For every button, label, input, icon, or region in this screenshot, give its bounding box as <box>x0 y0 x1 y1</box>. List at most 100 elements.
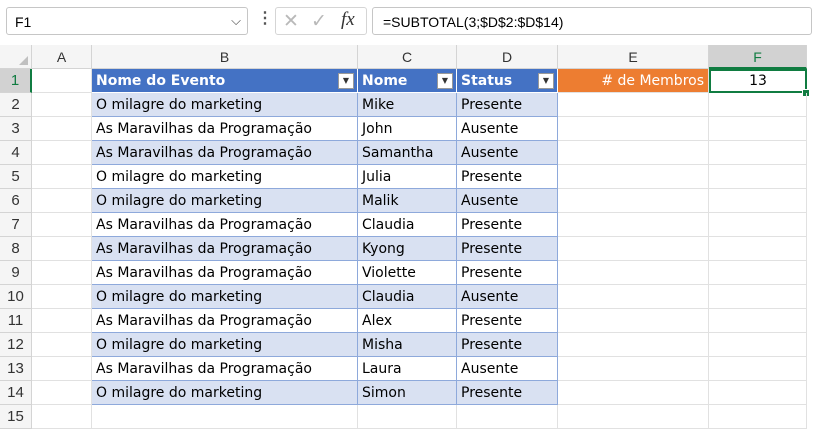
row-header-5[interactable]: 5 <box>0 165 32 189</box>
cell-a11[interactable] <box>32 309 92 333</box>
cell-f3[interactable] <box>709 117 807 141</box>
cell-e6[interactable] <box>558 189 709 213</box>
cell-a1[interactable] <box>32 69 92 93</box>
row-header-9[interactable]: 9 <box>0 261 32 285</box>
cell-d15[interactable] <box>457 405 558 429</box>
table-header-name[interactable]: Nome ▼ <box>358 69 457 93</box>
table-cell-status[interactable]: Presente <box>457 213 558 237</box>
cell-a10[interactable] <box>32 285 92 309</box>
table-cell-status[interactable]: Presente <box>457 165 558 189</box>
table-cell-name[interactable]: Alex <box>358 309 457 333</box>
cell-e8[interactable] <box>558 237 709 261</box>
filter-dropdown-icon[interactable]: ▼ <box>338 73 354 89</box>
cell-e14[interactable] <box>558 381 709 405</box>
cell-c15[interactable] <box>358 405 457 429</box>
row-header-11[interactable]: 11 <box>0 309 32 333</box>
cell-b15[interactable] <box>92 405 358 429</box>
name-box[interactable]: F1 ⌵ <box>6 7 248 35</box>
chevron-down-icon[interactable]: ⌵ <box>231 13 241 29</box>
table-cell-event[interactable]: O milagre do marketing <box>92 333 358 357</box>
table-cell-event[interactable]: As Maravilhas da Programação <box>92 213 358 237</box>
table-cell-event[interactable]: As Maravilhas da Programação <box>92 261 358 285</box>
table-header-status[interactable]: Status ▼ <box>457 69 558 93</box>
table-header-event[interactable]: Nome do Evento ▼ <box>92 69 358 93</box>
row-header-12[interactable]: 12 <box>0 333 32 357</box>
cell-a15[interactable] <box>32 405 92 429</box>
cell-a12[interactable] <box>32 333 92 357</box>
filter-dropdown-icon[interactable]: ▼ <box>437 73 453 89</box>
cell-e13[interactable] <box>558 357 709 381</box>
table-cell-event[interactable]: As Maravilhas da Programação <box>92 141 358 165</box>
row-header-7[interactable]: 7 <box>0 213 32 237</box>
table-cell-status[interactable]: Presente <box>457 237 558 261</box>
row-header-8[interactable]: 8 <box>0 237 32 261</box>
row-header-13[interactable]: 13 <box>0 357 32 381</box>
function-icon[interactable]: fx <box>341 9 355 31</box>
cell-f14[interactable] <box>709 381 807 405</box>
cell-a5[interactable] <box>32 165 92 189</box>
more-vertical-icon[interactable]: ⋮ <box>257 11 273 27</box>
cell-a3[interactable] <box>32 117 92 141</box>
table-cell-status[interactable]: Ausente <box>457 357 558 381</box>
cancel-icon[interactable]: ✕ <box>283 10 299 33</box>
row-header-15[interactable]: 15 <box>0 405 32 429</box>
table-cell-name[interactable]: Kyong <box>358 237 457 261</box>
table-cell-event[interactable]: As Maravilhas da Programação <box>92 309 358 333</box>
cell-a7[interactable] <box>32 213 92 237</box>
cell-f4[interactable] <box>709 141 807 165</box>
formula-input[interactable]: =SUBTOTAL(3;$D$2:$D$14) <box>372 7 812 35</box>
table-cell-name[interactable]: Mike <box>358 93 457 117</box>
cell-e10[interactable] <box>558 285 709 309</box>
cell-a13[interactable] <box>32 357 92 381</box>
column-header-e[interactable]: E <box>558 45 709 69</box>
table-cell-event[interactable]: O milagre do marketing <box>92 93 358 117</box>
cell-f12[interactable] <box>709 333 807 357</box>
table-cell-name[interactable]: Violette <box>358 261 457 285</box>
cell-e11[interactable] <box>558 309 709 333</box>
row-header-10[interactable]: 10 <box>0 285 32 309</box>
cell-a9[interactable] <box>32 261 92 285</box>
cell-f2[interactable] <box>709 93 807 117</box>
cell-e2[interactable] <box>558 93 709 117</box>
cell-f9[interactable] <box>709 261 807 285</box>
table-cell-status[interactable]: Presente <box>457 261 558 285</box>
cell-e15[interactable] <box>558 405 709 429</box>
row-header-6[interactable]: 6 <box>0 189 32 213</box>
cell-a6[interactable] <box>32 189 92 213</box>
row-header-3[interactable]: 3 <box>0 117 32 141</box>
table-cell-event[interactable]: O milagre do marketing <box>92 165 358 189</box>
column-header-b[interactable]: B <box>92 45 358 69</box>
table-cell-event[interactable]: O milagre do marketing <box>92 285 358 309</box>
table-cell-name[interactable]: Samantha <box>358 141 457 165</box>
table-cell-event[interactable]: As Maravilhas da Programação <box>92 117 358 141</box>
cell-f11[interactable] <box>709 309 807 333</box>
table-cell-status[interactable]: Presente <box>457 333 558 357</box>
cell-f7[interactable] <box>709 213 807 237</box>
table-cell-event[interactable]: O milagre do marketing <box>92 381 358 405</box>
cell-f15[interactable] <box>709 405 807 429</box>
cell-f5[interactable] <box>709 165 807 189</box>
table-cell-status[interactable]: Ausente <box>457 285 558 309</box>
cell-e5[interactable] <box>558 165 709 189</box>
table-cell-event[interactable]: As Maravilhas da Programação <box>92 237 358 261</box>
table-cell-status[interactable]: Presente <box>457 309 558 333</box>
cell-e9[interactable] <box>558 261 709 285</box>
members-label-cell[interactable]: # de Membros <box>558 69 709 93</box>
filter-dropdown-icon[interactable]: ▼ <box>538 73 554 89</box>
cell-a2[interactable] <box>32 93 92 117</box>
table-cell-name[interactable]: John <box>358 117 457 141</box>
table-cell-event[interactable]: As Maravilhas da Programação <box>92 357 358 381</box>
column-header-d[interactable]: D <box>457 45 558 69</box>
cell-f8[interactable] <box>709 237 807 261</box>
column-header-f[interactable]: F <box>709 45 807 69</box>
cell-f6[interactable] <box>709 189 807 213</box>
table-cell-name[interactable]: Simon <box>358 381 457 405</box>
cell-f13[interactable] <box>709 357 807 381</box>
table-cell-name[interactable]: Malik <box>358 189 457 213</box>
cell-f10[interactable] <box>709 285 807 309</box>
table-cell-name[interactable]: Laura <box>358 357 457 381</box>
row-header-2[interactable]: 2 <box>0 93 32 117</box>
cell-a8[interactable] <box>32 237 92 261</box>
table-cell-name[interactable]: Misha <box>358 333 457 357</box>
cell-e4[interactable] <box>558 141 709 165</box>
